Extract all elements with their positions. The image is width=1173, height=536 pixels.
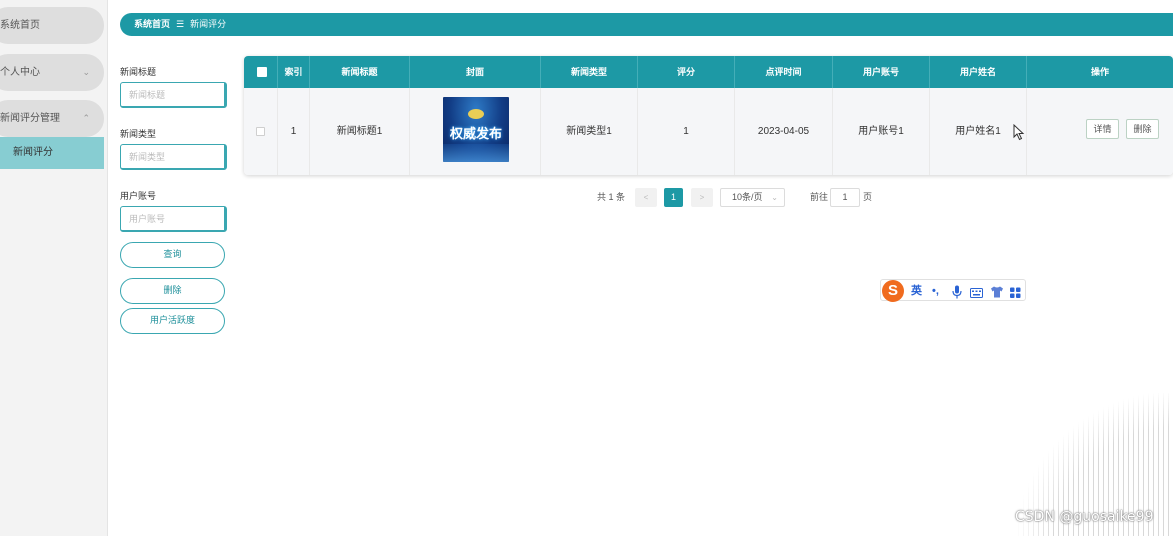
header-index: 索引: [278, 56, 310, 88]
sidebar-item-home[interactable]: 系统首页: [0, 7, 104, 44]
sidebar-item-label: 新闻评分管理: [0, 113, 60, 124]
detail-button[interactable]: 详情: [1086, 119, 1119, 139]
delete-button[interactable]: 删除: [120, 278, 225, 304]
emblem-icon: [468, 109, 484, 119]
goto-label: 前往: [810, 192, 829, 202]
keyboard-icon[interactable]: [970, 285, 983, 301]
news-type-input[interactable]: 新闻类型: [120, 144, 227, 170]
header-news-type: 新闻类型: [541, 56, 638, 88]
header-review-time: 点评时间: [735, 56, 833, 88]
page-size-select[interactable]: 10条/页 ⌄: [720, 188, 785, 207]
mouse-cursor-icon: [1013, 124, 1025, 141]
cell-index: 1: [278, 88, 310, 175]
sogou-logo-icon[interactable]: S: [882, 280, 904, 302]
chevron-down-icon: ⌄: [771, 193, 778, 202]
table-row: 1 新闻标题1 权威发布 新闻类型1 1 2023-04-05 用户账号1 用户…: [244, 88, 1173, 175]
sidebar-item-label: 个人中心: [0, 67, 40, 78]
chevron-down-icon: ⌄: [82, 67, 90, 77]
sidebar-item-label: 系统首页: [0, 20, 40, 31]
cell-news-title: 新闻标题1: [310, 88, 410, 175]
watermark-text: CSDN @guosaike99: [1015, 509, 1154, 525]
row-checkbox[interactable]: [256, 126, 265, 136]
sidebar: 系统首页 个人中心 ⌄ 新闻评分管理 ⌃ 新闻评分: [0, 0, 108, 536]
news-type-label: 新闻类型: [120, 129, 157, 139]
cover-image-stage: [443, 144, 509, 162]
next-page-button[interactable]: >: [691, 188, 713, 207]
punctuation-icon[interactable]: •,: [932, 283, 939, 299]
page-size-value: 10条/页: [732, 192, 763, 202]
sidebar-item-label: 新闻评分: [13, 147, 53, 158]
select-all-checkbox[interactable]: [257, 67, 267, 77]
header-news-title: 新闻标题: [310, 56, 410, 88]
header-cover: 封面: [410, 56, 541, 88]
cover-image[interactable]: 权威发布: [443, 97, 509, 162]
user-account-label: 用户账号: [120, 191, 157, 201]
apps-grid-icon[interactable]: [1010, 285, 1021, 301]
pagination-total: 共 1 条: [597, 192, 626, 202]
ime-language-toggle[interactable]: 英: [911, 283, 922, 299]
sidebar-item-personal-center[interactable]: 个人中心 ⌄: [0, 54, 104, 91]
breadcrumb-home[interactable]: 系统首页: [134, 19, 170, 29]
cell-review-time: 2023-04-05: [735, 88, 833, 175]
prev-page-button[interactable]: <: [635, 188, 657, 207]
breadcrumb-current: 新闻评分: [190, 19, 227, 29]
header-user-name: 用户姓名: [930, 56, 1027, 88]
user-account-input[interactable]: 用户账号: [120, 206, 227, 232]
sidebar-subitem-news-rating[interactable]: 新闻评分: [0, 137, 104, 169]
page-suffix-label: 页: [863, 192, 873, 202]
cell-user-account: 用户账号1: [833, 88, 930, 175]
query-button[interactable]: 查询: [120, 242, 225, 268]
header-score: 评分: [638, 56, 735, 88]
cell-score: 1: [638, 88, 735, 175]
microphone-icon[interactable]: [952, 284, 962, 300]
table-header: 索引 新闻标题 封面 新闻类型 评分 点评时间 用户账号 用户姓名 操作: [244, 56, 1173, 88]
select-all-cell: [244, 56, 278, 88]
user-activity-button[interactable]: 用户活跃度: [120, 308, 225, 334]
header-user-account: 用户账号: [833, 56, 930, 88]
row-delete-button[interactable]: 删除: [1126, 119, 1159, 139]
sidebar-item-news-rating-management[interactable]: 新闻评分管理 ⌃: [0, 100, 104, 137]
header-actions: 操作: [1090, 67, 1109, 77]
breadcrumb: 系统首页 ☰ 新闻评分: [120, 13, 1173, 36]
menu-icon: ☰: [176, 19, 185, 29]
row-select-cell: [244, 88, 278, 175]
news-title-input[interactable]: 新闻标题: [120, 82, 227, 108]
news-rating-table: 索引 新闻标题 封面 新闻类型 评分 点评时间 用户账号 用户姓名 操作 1 新…: [244, 56, 1173, 175]
cover-image-text: 权威发布: [449, 126, 502, 141]
chevron-up-icon: ⌃: [82, 113, 90, 123]
ime-toolbar: S 英 •,: [880, 279, 1026, 302]
page-number-current[interactable]: 1: [664, 188, 683, 207]
news-title-label: 新闻标题: [120, 67, 157, 77]
cell-news-type: 新闻类型1: [541, 88, 638, 175]
goto-page-input[interactable]: 1: [830, 188, 860, 207]
skin-shirt-icon[interactable]: [990, 284, 1004, 300]
